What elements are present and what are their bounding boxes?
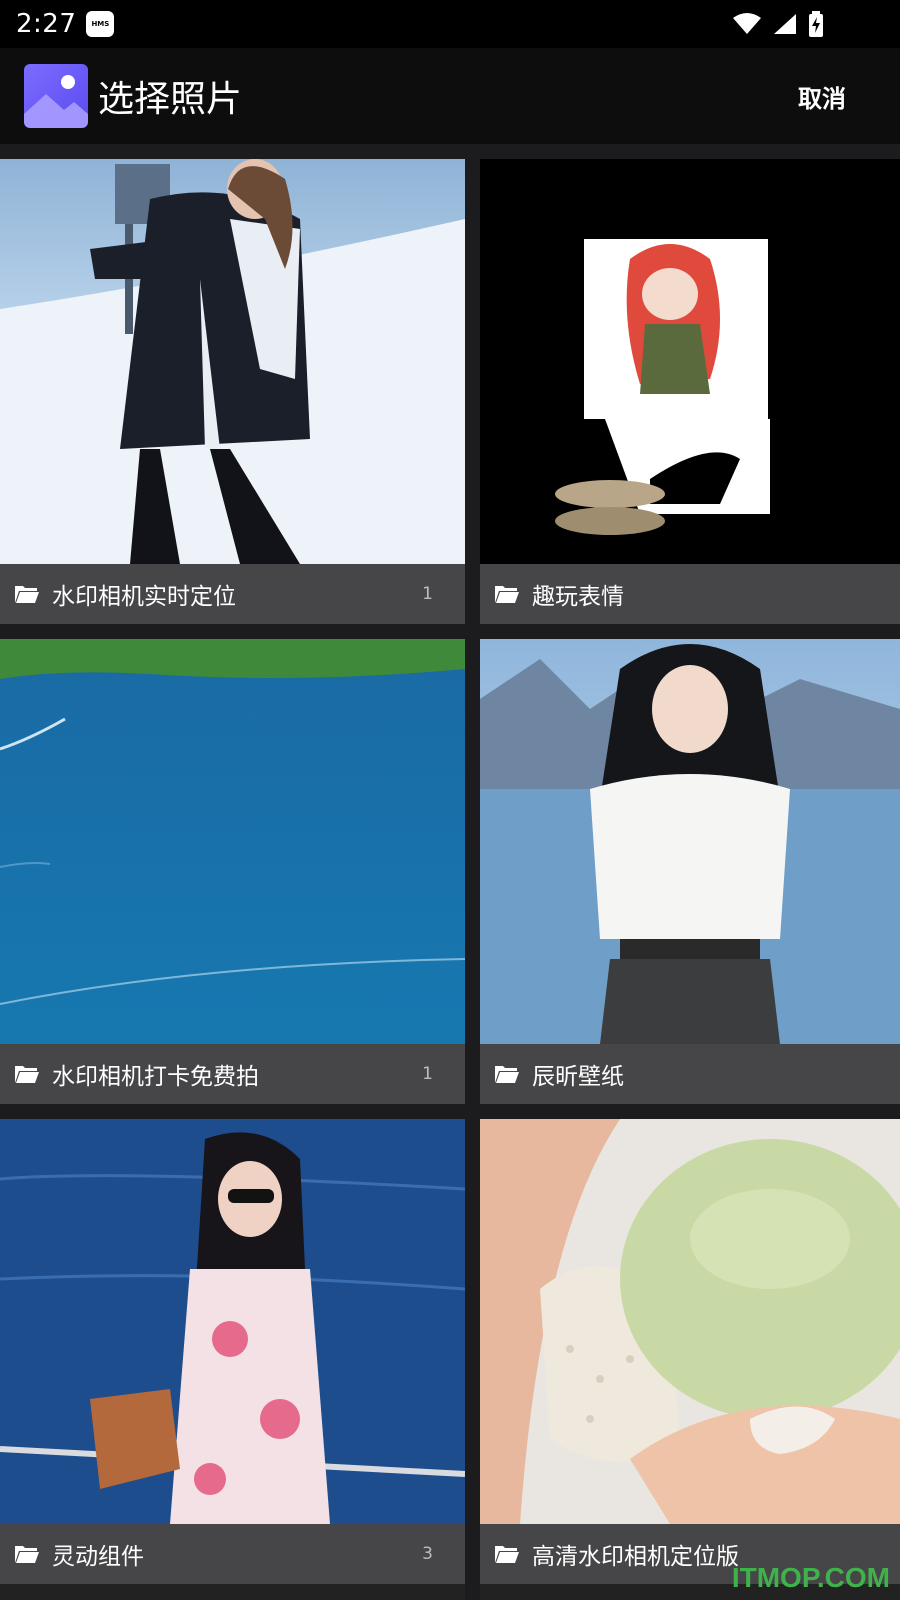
album-name: 高清水印相机定位版 [532,1544,739,1570]
hms-badge: HMS [86,11,115,37]
album-name: 灵动组件 [52,1544,144,1570]
album-tile[interactable]: 水印相机打卡免费拍 1 [0,639,465,1104]
app-bar: 选择照片 取消 [0,48,900,144]
folder-icon [15,586,39,603]
album-caption: 水印相机打卡免费拍 1 [0,1044,465,1104]
album-tile[interactable]: 水印相机实时定位 1 [0,159,465,624]
album-caption: 辰昕壁纸 [480,1044,900,1104]
album-tile[interactable]: 辰昕壁纸 [480,639,900,1104]
cancel-button[interactable]: 取消 [792,78,852,115]
album-tile[interactable]: 高清水印相机定位版 ITMOP.COM [480,1119,900,1600]
album-caption: 水印相机实时定位 1 [0,564,465,624]
album-grid: 水印相机实时定位 1 趣玩表情 水印相机打卡免费拍 1 辰昕壁纸 灵动组件 3 … [0,144,900,1600]
album-thumbnail [0,639,465,1044]
folder-icon [495,1066,519,1083]
watermark: ITMOP.COM [731,1562,890,1593]
folder-icon [495,586,519,603]
album-caption: 灵动组件 3 [0,1524,465,1584]
album-thumbnail [480,1119,900,1524]
folder-icon [15,1066,39,1083]
album-tile[interactable]: 灵动组件 3 [0,1119,465,1600]
album-name: 水印相机实时定位 [52,584,236,610]
album-thumbnail [0,1119,465,1524]
album-count: 3 [422,1544,433,1564]
album-name: 趣玩表情 [532,584,624,610]
album-count: 1 [422,1064,433,1084]
album-caption: 趣玩表情 [480,564,900,624]
folder-icon [495,1546,519,1563]
album-name: 辰昕壁纸 [532,1064,624,1090]
album-thumbnail [480,159,900,564]
album-thumbnail [480,639,900,1044]
battery-charging-icon [809,11,823,37]
signal-icon [774,14,796,34]
album-thumbnail [0,159,465,564]
page-title: 选择照片 [98,79,243,120]
album-name: 水印相机打卡免费拍 [52,1064,259,1090]
album-count: 1 [422,584,433,604]
folder-icon [15,1546,39,1563]
gallery-logo-icon [24,64,88,128]
status-icons [732,11,884,37]
wifi-icon [733,13,761,34]
status-bar: 2:27 HMS [0,0,900,48]
album-tile[interactable]: 趣玩表情 [480,159,900,624]
status-time: 2:27 [16,9,77,39]
